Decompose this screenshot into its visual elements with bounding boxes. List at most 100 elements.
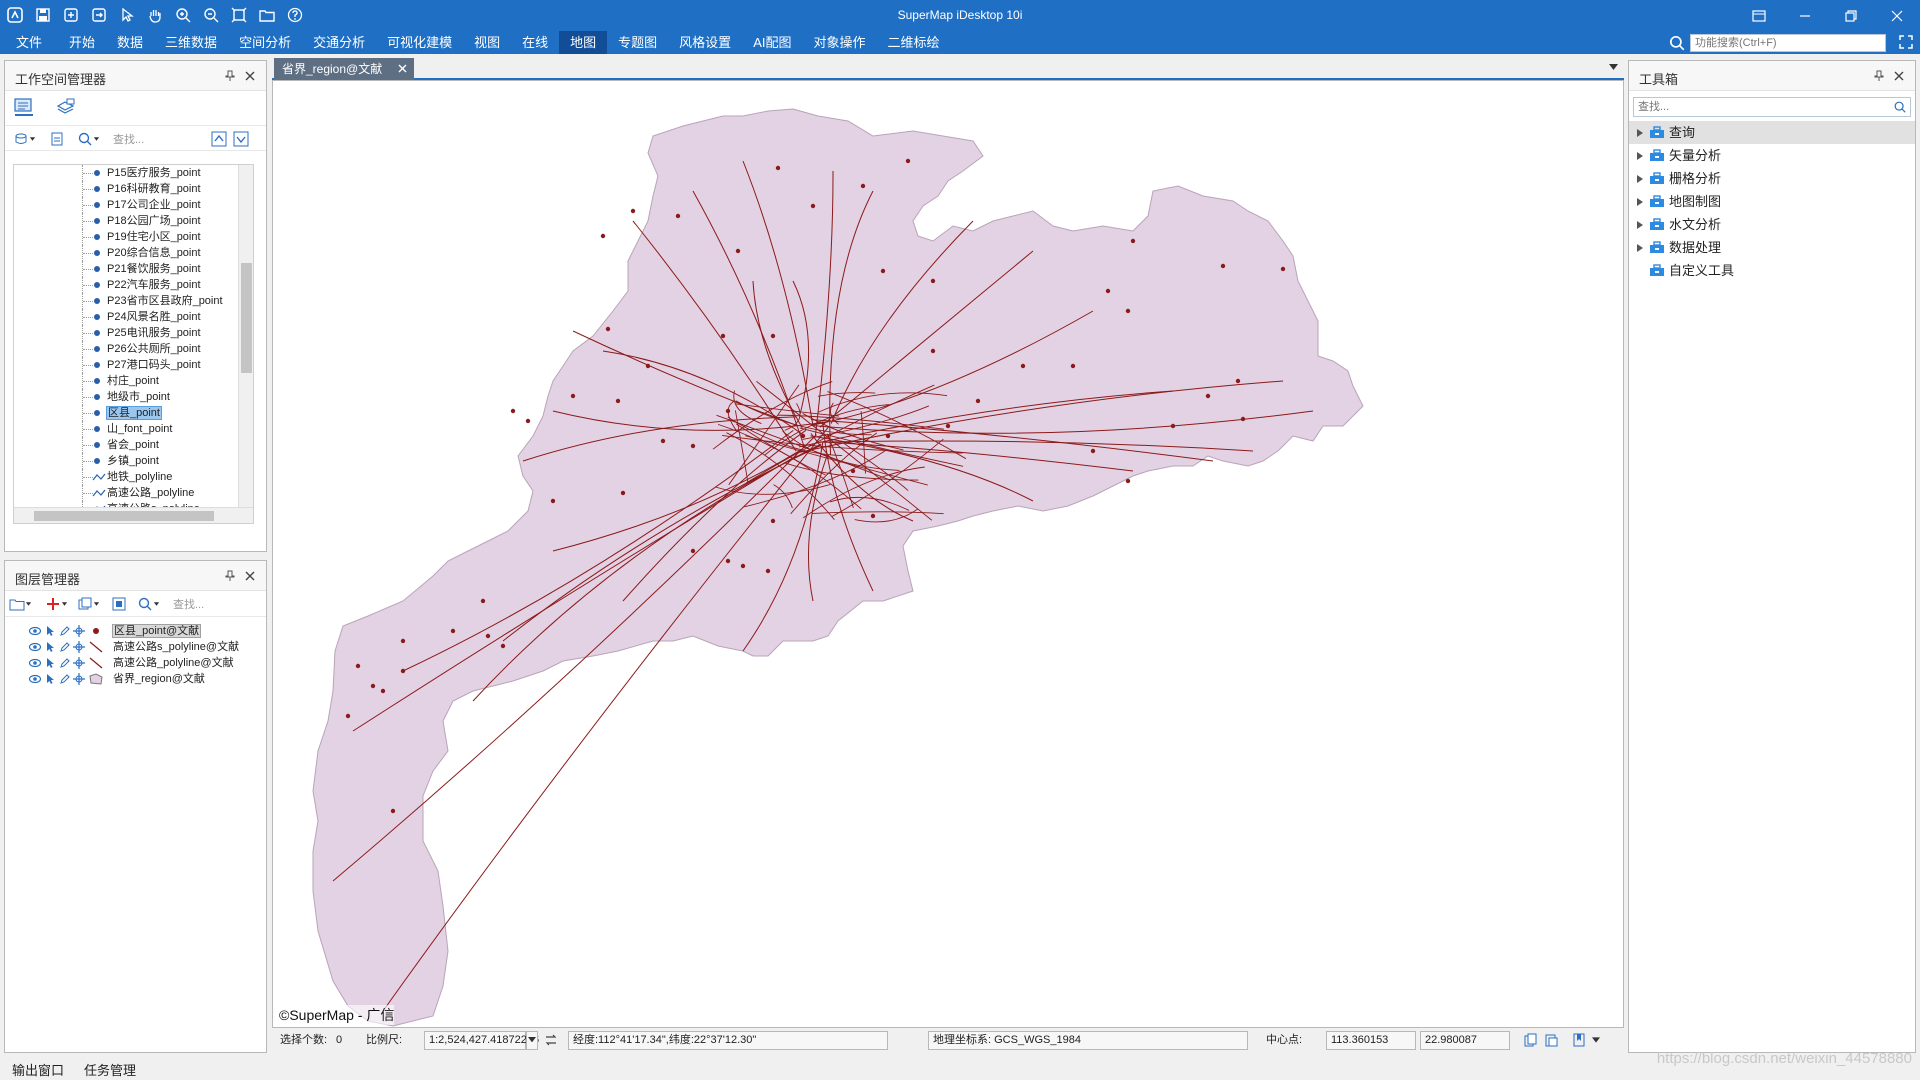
move-up-button[interactable] (211, 130, 227, 148)
editable-pencil-icon[interactable] (59, 625, 71, 637)
scale-dropdown[interactable] (526, 1031, 538, 1050)
snap-crosshair-icon[interactable] (73, 641, 85, 653)
toolbox-item[interactable]: 地图制图 (1629, 190, 1915, 213)
province-region[interactable] (312, 108, 1364, 1027)
map-document-tab[interactable]: 省界_region@文献 (274, 58, 414, 80)
selectable-arrow-icon[interactable] (45, 673, 57, 685)
add-layer-button[interactable] (45, 595, 68, 613)
layer-row[interactable]: 区县_point@文献 (5, 623, 266, 639)
tree-horizontal-scrollbar[interactable] (14, 507, 253, 523)
county-point[interactable] (390, 808, 396, 814)
new-map-button[interactable] (49, 130, 65, 148)
selectable-arrow-icon[interactable] (45, 641, 57, 653)
tree-item[interactable]: P23省市区县政府_point (14, 293, 253, 309)
county-point[interactable] (930, 278, 936, 284)
swap-icon[interactable] (544, 1033, 558, 1047)
editable-pencil-icon[interactable] (59, 641, 71, 653)
county-point[interactable] (400, 638, 406, 644)
county-point[interactable] (770, 333, 776, 339)
tree-item[interactable]: P15医疗服务_point (14, 165, 253, 181)
toolbox-item[interactable]: 查询 (1629, 121, 1915, 144)
tree-item[interactable]: P18公园广场_point (14, 213, 253, 229)
menu-2d-plotting[interactable]: 二维标绘 (877, 31, 951, 54)
layer-properties-button[interactable] (111, 595, 127, 613)
restore-icon[interactable] (1828, 0, 1874, 31)
county-point[interactable] (775, 165, 781, 171)
county-point[interactable] (1235, 378, 1241, 384)
close-icon[interactable] (1893, 70, 1905, 82)
menu-style-settings[interactable]: 风格设置 (668, 31, 742, 54)
menu-data[interactable]: 数据 (106, 31, 154, 54)
tree-item[interactable]: 山_font_point (14, 421, 253, 437)
layer-row[interactable]: 高速公路_polyline@文献 (5, 655, 266, 671)
county-point[interactable] (945, 423, 951, 429)
county-point[interactable] (605, 326, 611, 332)
bookmark-icon[interactable] (1572, 1033, 1586, 1047)
function-search-input[interactable] (1690, 33, 1886, 52)
snap-crosshair-icon[interactable] (73, 673, 85, 685)
close-icon[interactable] (397, 63, 408, 74)
tree-item[interactable]: P19住宅小区_point (14, 229, 253, 245)
county-point[interactable] (800, 433, 806, 439)
county-point[interactable] (510, 408, 516, 414)
tree-item[interactable]: P27港口码头_point (14, 357, 253, 373)
tree-item[interactable]: P16科研教育_point (14, 181, 253, 197)
chevron-down-icon[interactable] (1609, 64, 1618, 70)
restore-layout-icon[interactable] (1736, 0, 1782, 31)
county-point[interactable] (570, 393, 576, 399)
pin-icon[interactable] (224, 70, 236, 82)
layer-row[interactable]: 高速公路s_polyline@文献 (5, 639, 266, 655)
county-point[interactable] (870, 513, 876, 519)
center-y-input[interactable]: 22.980087 (1420, 1031, 1510, 1050)
county-point[interactable] (885, 433, 891, 439)
county-point[interactable] (355, 663, 361, 669)
county-point[interactable] (615, 398, 621, 404)
county-point[interactable] (930, 348, 936, 354)
county-point[interactable] (620, 490, 626, 496)
county-point[interactable] (810, 203, 816, 209)
county-point[interactable] (1130, 238, 1136, 244)
visibility-eye-icon[interactable] (29, 641, 41, 653)
county-point[interactable] (880, 268, 886, 274)
selectable-arrow-icon[interactable] (45, 657, 57, 669)
county-point[interactable] (550, 498, 556, 504)
menu-start[interactable]: 开始 (58, 31, 106, 54)
menu-3d-data[interactable]: 三维数据 (154, 31, 228, 54)
menu-object-operations[interactable]: 对象操作 (802, 31, 876, 54)
close-icon[interactable] (244, 570, 256, 582)
county-point[interactable] (770, 518, 776, 524)
county-point[interactable] (485, 633, 491, 639)
county-point[interactable] (765, 568, 771, 574)
open-datasource-button[interactable] (13, 130, 36, 148)
county-point[interactable] (480, 598, 486, 604)
map-canvas[interactable]: ©SuperMap - 广信 (272, 80, 1624, 1028)
visibility-eye-icon[interactable] (29, 673, 41, 685)
county-point[interactable] (725, 408, 731, 414)
minimize-icon[interactable] (1782, 0, 1828, 31)
toolbox-item[interactable]: 矢量分析 (1629, 144, 1915, 167)
tree-item[interactable]: P22汽车服务_point (14, 277, 253, 293)
pin-icon[interactable] (1873, 70, 1885, 82)
menu-view[interactable]: 视图 (463, 31, 511, 54)
layer-stack-icon[interactable] (55, 97, 77, 117)
county-point[interactable] (380, 688, 386, 694)
county-point[interactable] (645, 363, 651, 369)
county-point[interactable] (975, 398, 981, 404)
tree-vertical-scrollbar[interactable] (238, 165, 253, 508)
menu-online[interactable]: 在线 (511, 31, 559, 54)
tree-item[interactable]: 地级市_point (14, 389, 253, 405)
county-point[interactable] (370, 683, 376, 689)
layer-group-button[interactable] (77, 595, 100, 613)
county-point[interactable] (905, 158, 911, 164)
county-point[interactable] (860, 183, 866, 189)
editable-pencil-icon[interactable] (59, 657, 71, 669)
tree-item[interactable]: 地铁_polyline (14, 469, 253, 485)
county-point[interactable] (1090, 448, 1096, 454)
scale-input[interactable]: 1:2,524,427.41872246 (424, 1031, 539, 1050)
menu-map[interactable]: 地图 (559, 31, 608, 54)
county-point[interactable] (1170, 423, 1176, 429)
county-point[interactable] (1125, 478, 1131, 484)
tree-item[interactable]: 乡镇_point (14, 453, 253, 469)
county-point[interactable] (1240, 416, 1246, 422)
menu-file[interactable]: 文件 (0, 31, 58, 54)
